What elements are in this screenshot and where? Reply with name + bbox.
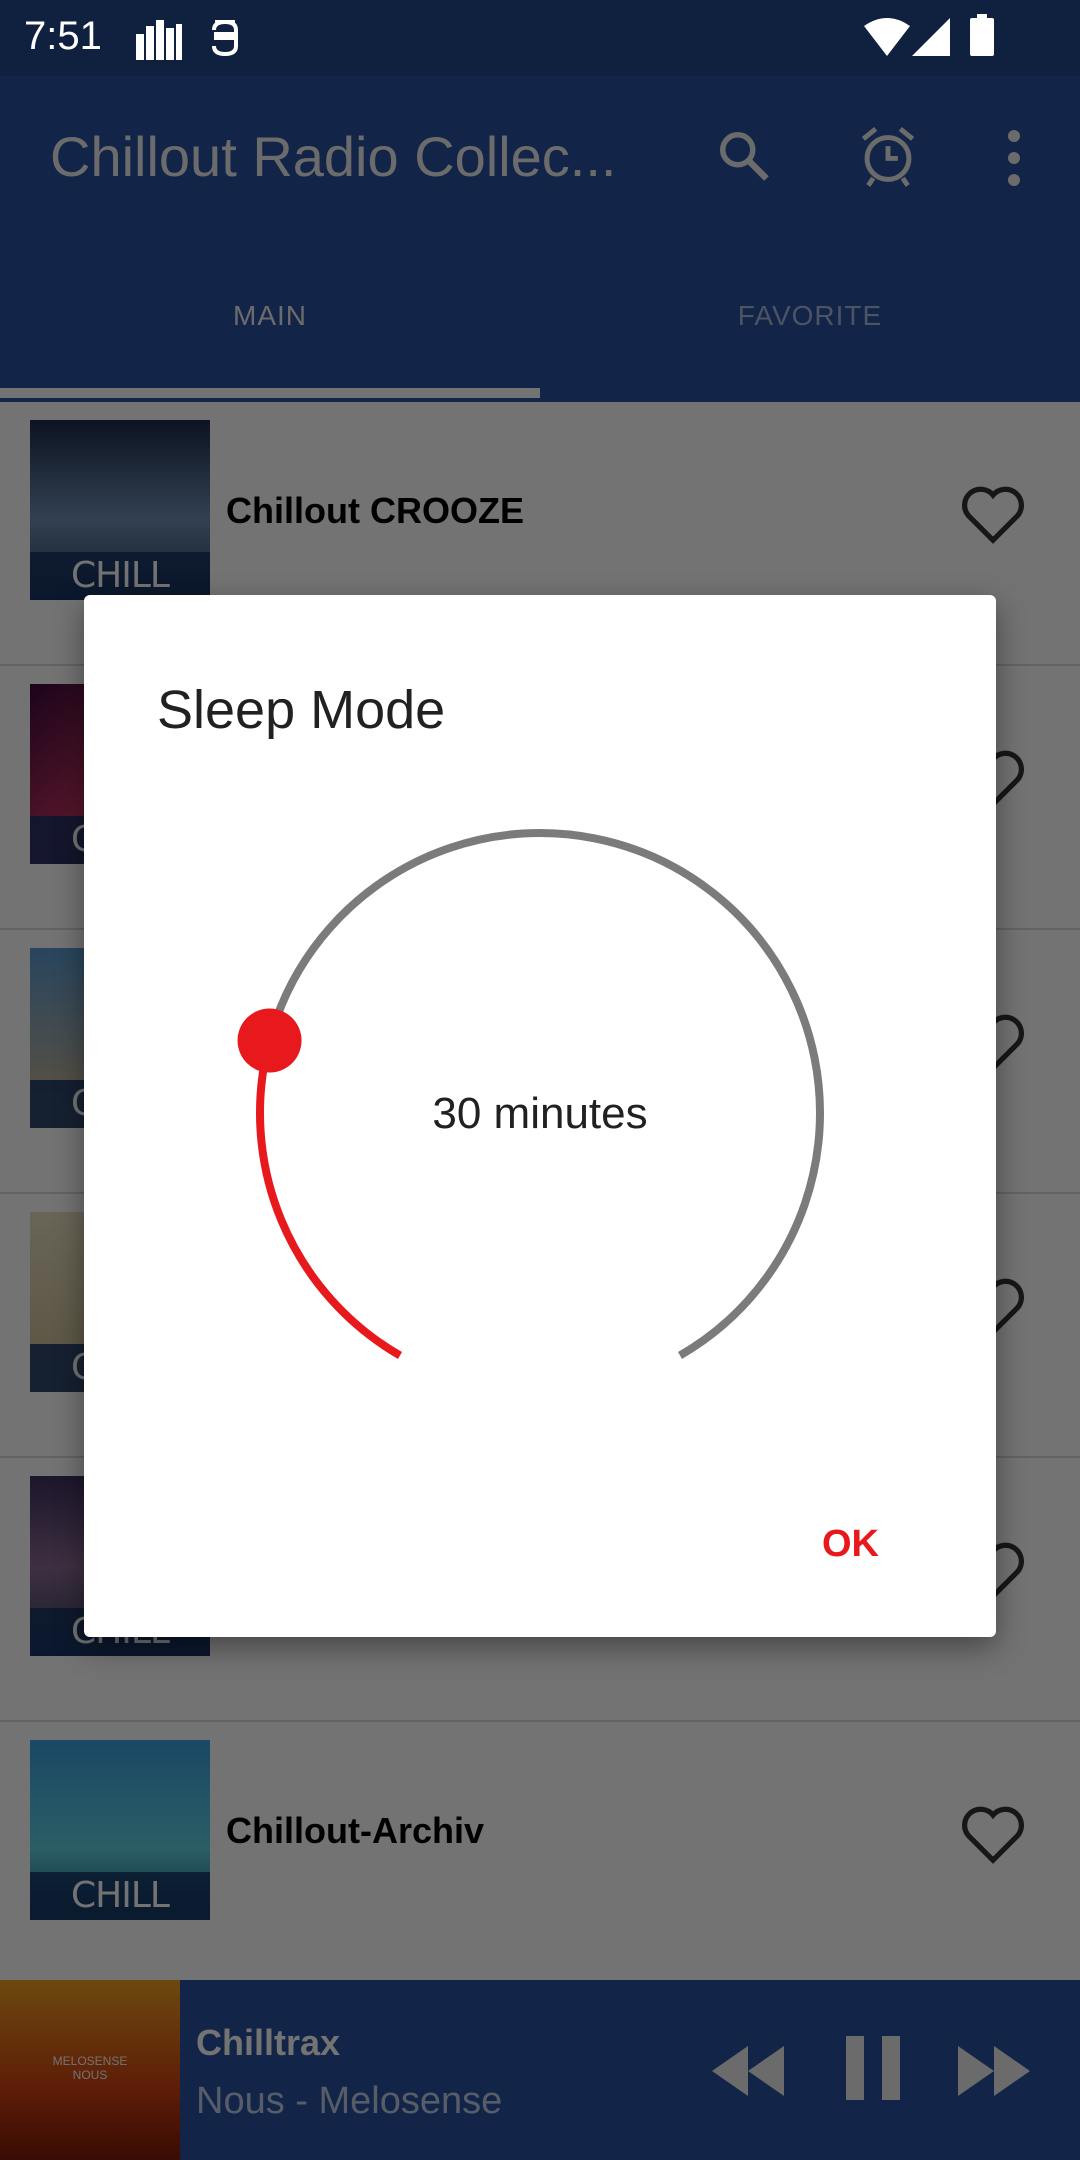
mini-player[interactable]: MELOSENSE NOUS Chilltrax Nous - Melosens… (0, 1980, 1080, 2160)
list-item[interactable]: CHILL OUT Chillout-Archiv (0, 1722, 1080, 1986)
rewind-icon[interactable] (712, 2046, 788, 2096)
tab-indicator (0, 388, 540, 398)
tab-main[interactable]: MAIN (0, 300, 540, 332)
dial-progress (256, 1039, 403, 1359)
search-icon[interactable] (714, 126, 774, 186)
album-art: MELOSENSE NOUS (0, 1980, 180, 2160)
fast-forward-icon[interactable] (958, 2046, 1034, 2096)
sleep-mode-dialog: Sleep Mode 30 minutes OK (84, 595, 996, 1637)
album-art-text: MELOSENSE NOUS (52, 2054, 128, 2082)
app-bar: Chillout Radio Collec... MAIN FAVORITE (0, 76, 1080, 402)
timer-label: 30 minutes (432, 1089, 648, 1138)
dialog-title: Sleep Mode (157, 680, 446, 740)
status-time: 7:51 (24, 14, 102, 58)
station-title: Chillout CROOZE (226, 490, 524, 531)
cell-signal-icon (912, 18, 950, 56)
app-notification-icon (212, 19, 238, 57)
battery-icon (970, 14, 994, 56)
station-logo: CHILL OUT (30, 420, 210, 600)
wifi-icon (864, 18, 910, 56)
heart-icon[interactable] (958, 482, 1028, 546)
station-logo: CHILL OUT (30, 1740, 210, 1920)
pause-icon[interactable] (846, 2036, 900, 2100)
status-bar: 7:51 (0, 0, 1080, 76)
app-title: Chillout Radio Collec... (50, 125, 617, 188)
dial-knob[interactable] (237, 1008, 302, 1073)
equalizer-icon (136, 20, 182, 60)
alarm-icon[interactable] (858, 124, 918, 188)
more-vert-icon[interactable] (1000, 128, 1028, 188)
heart-icon[interactable] (958, 1802, 1028, 1866)
player-station: Chilltrax (196, 2022, 341, 2063)
ok-button[interactable]: OK (810, 1515, 891, 1574)
tab-favorite[interactable]: FAVORITE (540, 300, 1080, 332)
station-title: Chillout-Archiv (226, 1810, 484, 1851)
player-track: Nous - Melosense (196, 2080, 503, 2122)
